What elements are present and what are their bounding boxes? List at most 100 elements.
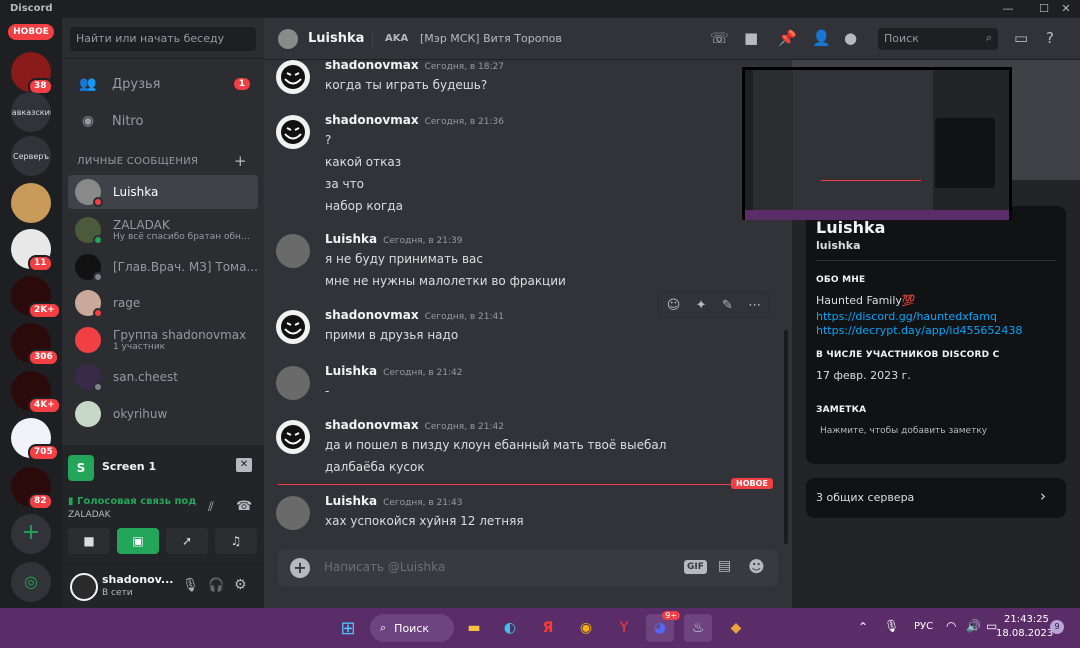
screen-share-icon: ▣	[132, 534, 144, 548]
search-icon: ⌕	[985, 31, 992, 44]
file-explorer-icon[interactable]: ▬	[460, 614, 488, 642]
inbox-icon[interactable]: ▭	[1014, 29, 1028, 47]
nitro-nav[interactable]: ◉ Nitro	[70, 105, 256, 137]
dm-item[interactable]: Группа shadonovmax 1 участник	[68, 323, 258, 357]
message-avatar[interactable]	[276, 366, 310, 400]
discord-taskbar-icon[interactable]: ◕ 9+	[646, 611, 680, 642]
yandex-browser-icon[interactable]: Y	[610, 614, 638, 642]
about-link-1[interactable]: https://discord.gg/hauntedxfamq	[816, 310, 997, 323]
message-avatar[interactable]	[276, 115, 310, 149]
message-avatar[interactable]	[276, 420, 310, 454]
message-composer[interactable]: + Написать @Luishka GIF ▤ ☻	[278, 550, 778, 586]
noise-suppression-icon[interactable]: ⫽	[208, 500, 214, 515]
server-icon[interactable]	[11, 183, 51, 223]
aka-value: [Мэр МСК] Витя Торопов	[420, 32, 562, 45]
tray-chevron-icon[interactable]: ⌃	[858, 620, 868, 634]
language-indicator[interactable]: РУС	[914, 621, 933, 632]
windows-start-icon[interactable]: ⊞	[334, 614, 362, 642]
screen-share-button[interactable]: ▣	[117, 528, 159, 554]
add-friends-to-dm-icon[interactable]: 👤	[812, 29, 831, 47]
camera-button[interactable]: ■	[68, 528, 110, 554]
voice-call-icon[interactable]: ☏	[710, 29, 729, 47]
gif-button[interactable]: GIF	[684, 560, 707, 574]
sticker-icon[interactable]: ▤	[718, 558, 731, 574]
disconnect-icon[interactable]: ☎	[236, 499, 252, 514]
new-messages-divider	[278, 484, 768, 485]
author-name[interactable]: Luishka	[325, 494, 377, 508]
message-avatar[interactable]	[276, 234, 310, 268]
minimize-button[interactable]: —	[994, 0, 1022, 18]
mutual-servers-row[interactable]: 3 общих сервера ›	[806, 478, 1066, 518]
dm-item[interactable]: san.cheest	[68, 360, 258, 394]
soundboard-button[interactable]: ♫	[215, 528, 257, 554]
explore-compass-icon[interactable]: ◎	[11, 562, 51, 602]
message-text: далбаёба кусок	[325, 460, 425, 474]
chat-scrollbar[interactable]	[784, 330, 788, 544]
user-avatar[interactable]	[70, 573, 98, 601]
message-input[interactable]: Написать @Luishka	[324, 560, 445, 574]
edit-icon[interactable]: ✎	[722, 298, 733, 313]
note-input[interactable]: Нажмите, чтобы добавить заметку	[820, 426, 987, 436]
close-window-button[interactable]: ✕	[1052, 0, 1080, 18]
friends-nav[interactable]: 👥 Друзья 1	[70, 68, 256, 100]
stop-stream-icon[interactable]: ✕	[236, 458, 252, 472]
author-name[interactable]: shadonovmax	[325, 418, 419, 432]
stream-title: Screen 1	[102, 460, 157, 473]
dm-item[interactable]: rage	[68, 286, 258, 320]
header-search-input[interactable]: Поиск ⌕	[878, 28, 998, 50]
message-author[interactable]: Luishka Сегодня, в 21:42	[325, 364, 462, 378]
chrome-icon[interactable]: ◉	[572, 614, 600, 642]
message-author[interactable]: shadonovmax Сегодня, в 21:41	[325, 308, 504, 322]
message-author[interactable]: Luishka Сегодня, в 21:39	[325, 232, 462, 246]
pinned-messages-icon[interactable]: 📌	[778, 29, 797, 47]
message-avatar[interactable]	[276, 496, 310, 530]
find-conversation-input[interactable]: Найти или начать беседу	[70, 27, 256, 51]
server-icon[interactable]: кавказский	[11, 92, 51, 132]
add-server-button[interactable]: +	[11, 514, 51, 554]
dm-item[interactable]: ZALADAK Ну всё спасибо братан обня...	[68, 213, 258, 247]
dm-item[interactable]: [Глав.Врач. МЗ] Тома...	[68, 250, 258, 284]
message-author[interactable]: shadonovmax Сегодня, в 18:27	[325, 60, 504, 72]
author-name[interactable]: Luishka	[325, 232, 377, 246]
new-unread-pill[interactable]: НОВОЕ	[8, 24, 54, 40]
more-options-icon[interactable]: ⋯	[748, 298, 761, 313]
notification-count[interactable]: 9	[1050, 620, 1064, 634]
video-call-icon[interactable]: ■	[744, 29, 758, 47]
dm-item[interactable]: okyrihuw	[68, 397, 258, 431]
upload-plus-icon[interactable]: +	[290, 558, 310, 578]
about-link-2[interactable]: https://decrypt.day/app/id455652438	[816, 324, 1022, 337]
create-dm-button[interactable]: +	[234, 152, 247, 170]
yandex-icon[interactable]: Я	[534, 614, 562, 642]
author-name[interactable]: shadonovmax	[325, 60, 419, 72]
message-avatar[interactable]	[276, 60, 310, 94]
dm-item[interactable]: Luishka	[68, 175, 258, 209]
clock-time[interactable]: 21:43:25	[1004, 614, 1049, 625]
message-avatar[interactable]	[276, 310, 310, 344]
wifi-icon[interactable]: ◠	[946, 619, 956, 633]
message-author[interactable]: shadonovmax Сегодня, в 21:36	[325, 113, 504, 127]
author-name[interactable]: Luishka	[325, 364, 377, 378]
super-reaction-icon[interactable]: ✦	[696, 298, 707, 313]
edge-icon[interactable]: ◐	[496, 614, 524, 642]
settings-gear-icon[interactable]: ⚙	[234, 577, 247, 593]
help-icon[interactable]: ?	[1046, 29, 1054, 47]
screenshot-preview-thumbnail[interactable]	[742, 67, 1012, 220]
steam-icon[interactable]: ♨	[684, 614, 712, 642]
tray-microphone-icon[interactable]: 🎙	[884, 619, 899, 633]
message-author[interactable]: Luishka Сегодня, в 21:43	[325, 494, 462, 508]
emoji-icon[interactable]: ☻	[748, 557, 765, 576]
volume-icon[interactable]: 🔊	[966, 619, 981, 633]
add-reaction-icon[interactable]: ☺	[667, 298, 681, 313]
message-author[interactable]: shadonovmax Сегодня, в 21:42	[325, 418, 504, 432]
taskbar-search[interactable]: ⌕ Поиск	[370, 614, 454, 642]
headphones-icon[interactable]: 🎧	[208, 578, 224, 593]
activity-button[interactable]: ➚	[166, 528, 208, 554]
user-profile-toggle-icon[interactable]: ●	[844, 29, 857, 47]
microphone-icon[interactable]: 🎙	[182, 578, 199, 593]
dm-avatar	[75, 217, 103, 245]
clock-date[interactable]: 18.08.2023	[996, 628, 1053, 639]
author-name[interactable]: shadonovmax	[325, 308, 419, 322]
author-name[interactable]: shadonovmax	[325, 113, 419, 127]
server-icon[interactable]: Серверъ	[11, 136, 51, 176]
csgo-icon[interactable]: ◆	[722, 614, 750, 642]
